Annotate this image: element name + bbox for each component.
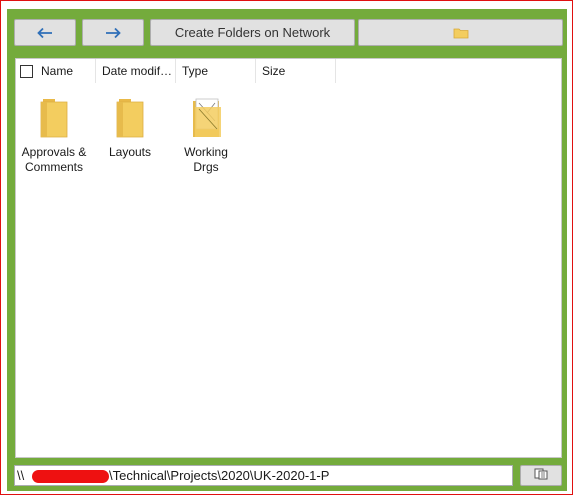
main-panel: Create Folders on Network Name Date modi…	[7, 9, 567, 491]
folder-items: Approvals & Comments Layouts Working Drg…	[16, 89, 244, 175]
copy-icon	[534, 468, 548, 483]
arrow-left-icon	[37, 27, 53, 39]
back-button[interactable]	[14, 19, 76, 46]
column-header-date[interactable]: Date modif…	[96, 59, 176, 83]
column-name-label: Name	[41, 64, 74, 78]
folder-label: Working Drgs	[184, 145, 228, 174]
copy-path-button[interactable]	[520, 465, 562, 486]
path-text: \Technical\Projects\2020\UK-2020-1-P	[109, 468, 330, 483]
column-header-type[interactable]: Type	[176, 59, 256, 83]
folder-item-layouts[interactable]: Layouts	[92, 89, 168, 175]
arrow-right-icon	[105, 27, 121, 39]
file-list-view[interactable]: Name Date modif… Type Size Approvals & C…	[15, 58, 562, 458]
path-prefix: \\	[17, 468, 25, 483]
forward-button[interactable]	[82, 19, 144, 46]
folder-label: Approvals & Comments	[21, 145, 87, 174]
folder-icon	[106, 89, 154, 139]
column-type-label: Type	[182, 64, 209, 78]
folder-with-drawing-icon	[182, 89, 230, 139]
list-header: Name Date modif… Type Size	[16, 59, 336, 83]
folder-icon	[30, 89, 78, 139]
column-header-size[interactable]: Size	[256, 59, 336, 83]
create-folders-label: Create Folders on Network	[174, 25, 331, 40]
select-all-checkbox[interactable]	[20, 64, 33, 78]
column-header-name[interactable]: Name	[16, 59, 96, 83]
column-size-label: Size	[262, 64, 286, 78]
create-folders-button[interactable]: Create Folders on Network	[150, 19, 355, 46]
column-date-label: Date modif…	[102, 64, 173, 78]
browse-folder-button[interactable]	[358, 19, 563, 46]
folder-icon	[453, 27, 469, 39]
folder-item-working-drgs[interactable]: Working Drgs	[168, 89, 244, 175]
folder-item-approvals[interactable]: Approvals & Comments	[16, 89, 92, 175]
folder-label: Layouts	[108, 145, 152, 159]
redaction-mark	[32, 470, 109, 483]
path-input[interactable]: \\ \Technical\Projects\2020\UK-2020-1-P	[14, 465, 513, 486]
window-frame: Create Folders on Network Name Date modi…	[0, 0, 573, 495]
